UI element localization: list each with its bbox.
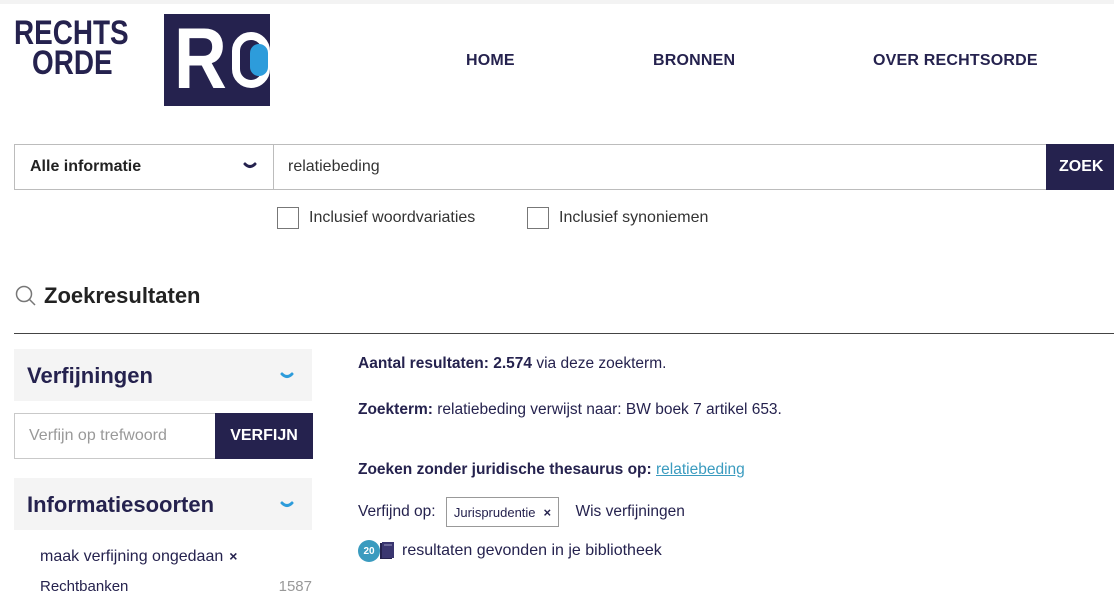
facet-count: 1587 [278, 578, 312, 594]
checkbox-synonyms[interactable] [527, 207, 549, 229]
search-scope-value: Alle informatie [30, 158, 142, 175]
undo-refinement-link[interactable]: maak verfijning ongedaan × [40, 548, 237, 566]
close-icon[interactable]: × [544, 505, 552, 520]
rechtsorde-logo[interactable]: RECHTS ORDE R [14, 14, 274, 106]
info-types-title: Informatiesoorten [27, 492, 215, 517]
result-count-suffix: via deze zoekterm. [532, 355, 667, 372]
library-results-text: resultaten gevonden in je bibliotheek [402, 542, 662, 559]
refine-keyword-form: VERFIJN [14, 413, 313, 459]
facet-item[interactable]: Rechtbanken 1587 [40, 578, 312, 594]
search-term-text: relatiebeding verwijst naar: BW boek 7 a… [432, 401, 782, 418]
refinements-title: Verfijningen [27, 363, 153, 388]
refined-by-line: Verfijnd op: Jurisprudentie × Wis verfij… [358, 497, 685, 527]
result-count-value: 2.574 [493, 355, 533, 372]
option-synonyms[interactable]: Inclusief synoniemen [527, 206, 708, 230]
close-icon: × [229, 548, 238, 564]
results-heading: Zoekresultaten [14, 283, 201, 309]
refinement-chip[interactable]: Jurisprudentie × [445, 497, 560, 527]
option-synonyms-label: Inclusief synoniemen [559, 209, 709, 226]
clear-refinements-link[interactable]: Wis verfijningen [575, 503, 684, 520]
search-scope-select[interactable]: Alle informatie [15, 145, 274, 189]
logo-line-2: ORDE [32, 44, 113, 82]
refinements-panel-header[interactable]: Verfijningen [14, 349, 312, 401]
refinement-chip-label: Jurisprudentie [453, 504, 536, 520]
logo-mark-o-fill [250, 44, 268, 76]
refine-button[interactable]: VERFIJN [215, 413, 313, 459]
chevron-down-icon [280, 501, 294, 507]
book-icon [380, 542, 394, 559]
nav-bronnen[interactable]: BRONNEN [653, 52, 735, 70]
chevron-down-icon [243, 162, 257, 168]
search-term-label: Zoekterm: [358, 401, 433, 418]
facet-label: Rechtbanken [40, 578, 129, 594]
result-count-label: Aantal resultaten: [358, 355, 489, 372]
logo-wordmark: RECHTS ORDE [14, 16, 129, 82]
search-button[interactable]: ZOEK [1046, 144, 1114, 190]
refine-keyword-input[interactable] [15, 414, 215, 458]
result-count-line: Aantal resultaten: 2.574 via deze zoekte… [358, 355, 666, 373]
option-word-variations-label: Inclusief woordvariaties [309, 209, 476, 226]
library-results[interactable]: 20 resultaten gevonden in je bibliotheek [358, 540, 662, 562]
logo-mark: R [164, 14, 270, 106]
undo-refinement-label: maak verfijning ongedaan [40, 548, 224, 565]
thesaurus-label: Zoeken zonder juridische thesaurus op: [358, 461, 652, 478]
thesaurus-link[interactable]: relatiebeding [656, 461, 745, 478]
divider [14, 333, 1114, 334]
search-bar: Alle informatie ZOEK [14, 144, 1114, 190]
nav-over-rechtsorde[interactable]: OVER RECHTSORDE [873, 52, 1038, 70]
search-input[interactable] [274, 145, 1046, 189]
search-icon [15, 285, 36, 306]
refined-by-label: Verfijnd op: [358, 503, 436, 521]
search-term-line: Zoekterm: relatiebeding verwijst naar: B… [358, 401, 782, 419]
nav-home[interactable]: HOME [466, 52, 515, 70]
thesaurus-line: Zoeken zonder juridische thesaurus op: r… [358, 461, 745, 479]
info-types-panel-header[interactable]: Informatiesoorten [14, 478, 312, 530]
library-count-badge: 20 [358, 540, 380, 562]
chevron-down-icon [280, 372, 294, 378]
top-border [0, 0, 1114, 4]
results-title: Zoekresultaten [44, 283, 201, 308]
option-word-variations[interactable]: Inclusief woordvariaties [277, 206, 475, 230]
checkbox-word-variations[interactable] [277, 207, 299, 229]
logo-mark-letter: R [174, 11, 227, 107]
